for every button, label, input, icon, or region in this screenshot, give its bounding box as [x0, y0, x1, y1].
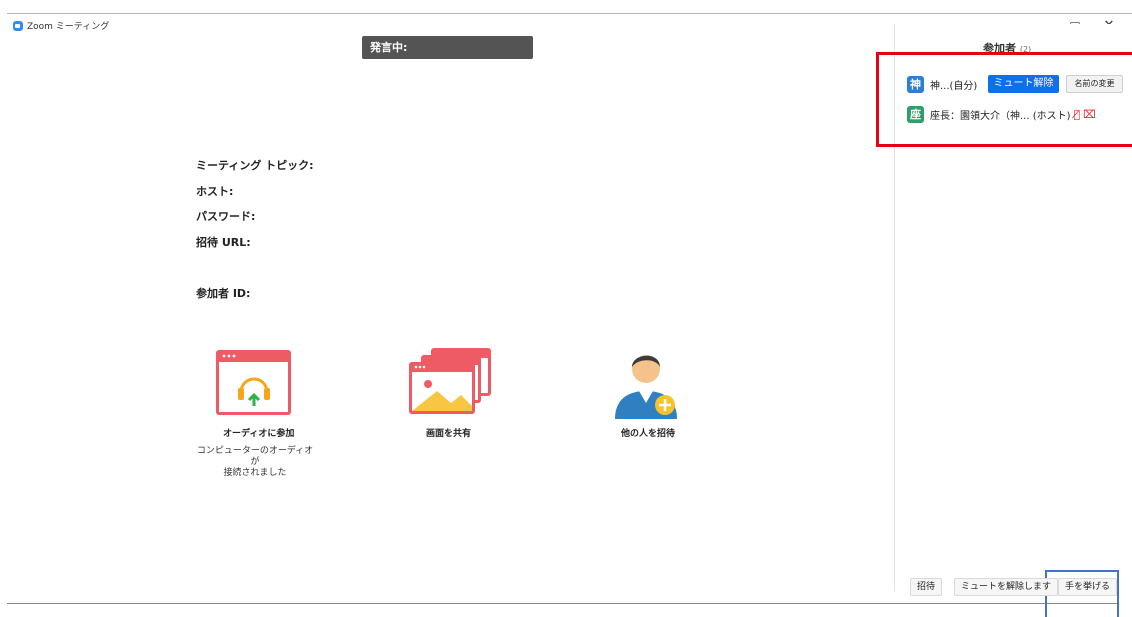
zoom-app-icon [13, 21, 23, 31]
annotation-red-box [876, 52, 1132, 147]
active-speaker-label: 発言中: [362, 36, 533, 59]
audio-status-line2: 接続されました [223, 468, 287, 478]
raise-hand-button[interactable]: 手を挙げる [1058, 578, 1118, 596]
share-screen-button[interactable] [409, 348, 491, 416]
invite-button[interactable]: 招待 [910, 578, 943, 596]
window-title: Zoom ミーティング [27, 22, 110, 32]
invite-others-button[interactable] [613, 345, 679, 419]
meeting-topic-label: ミーティング トピック: [196, 159, 314, 172]
join-audio-label: オーディオに参加 [223, 429, 295, 439]
participant-id-label: 参加者 ID: [196, 287, 251, 300]
share-screen-label: 画面を共有 [426, 429, 472, 439]
audio-status-text: コンピューターのオーディオが 接続されました [195, 446, 315, 479]
share-screen-icon [409, 348, 491, 414]
host-label: ホスト: [196, 185, 234, 198]
audio-status-line1: コンピューターのオーディオが [196, 446, 314, 467]
invite-others-label: 他の人を招待 [621, 429, 676, 439]
unmute-all-button[interactable]: ミュートを解除します [954, 578, 1059, 596]
join-audio-button[interactable] [216, 350, 291, 415]
headphone-icon [216, 350, 291, 415]
password-label: パスワード: [196, 210, 256, 223]
invite-person-icon [615, 355, 677, 419]
invite-url-label: 招待 URL: [196, 236, 251, 249]
window-bottom-border [7, 603, 1119, 604]
